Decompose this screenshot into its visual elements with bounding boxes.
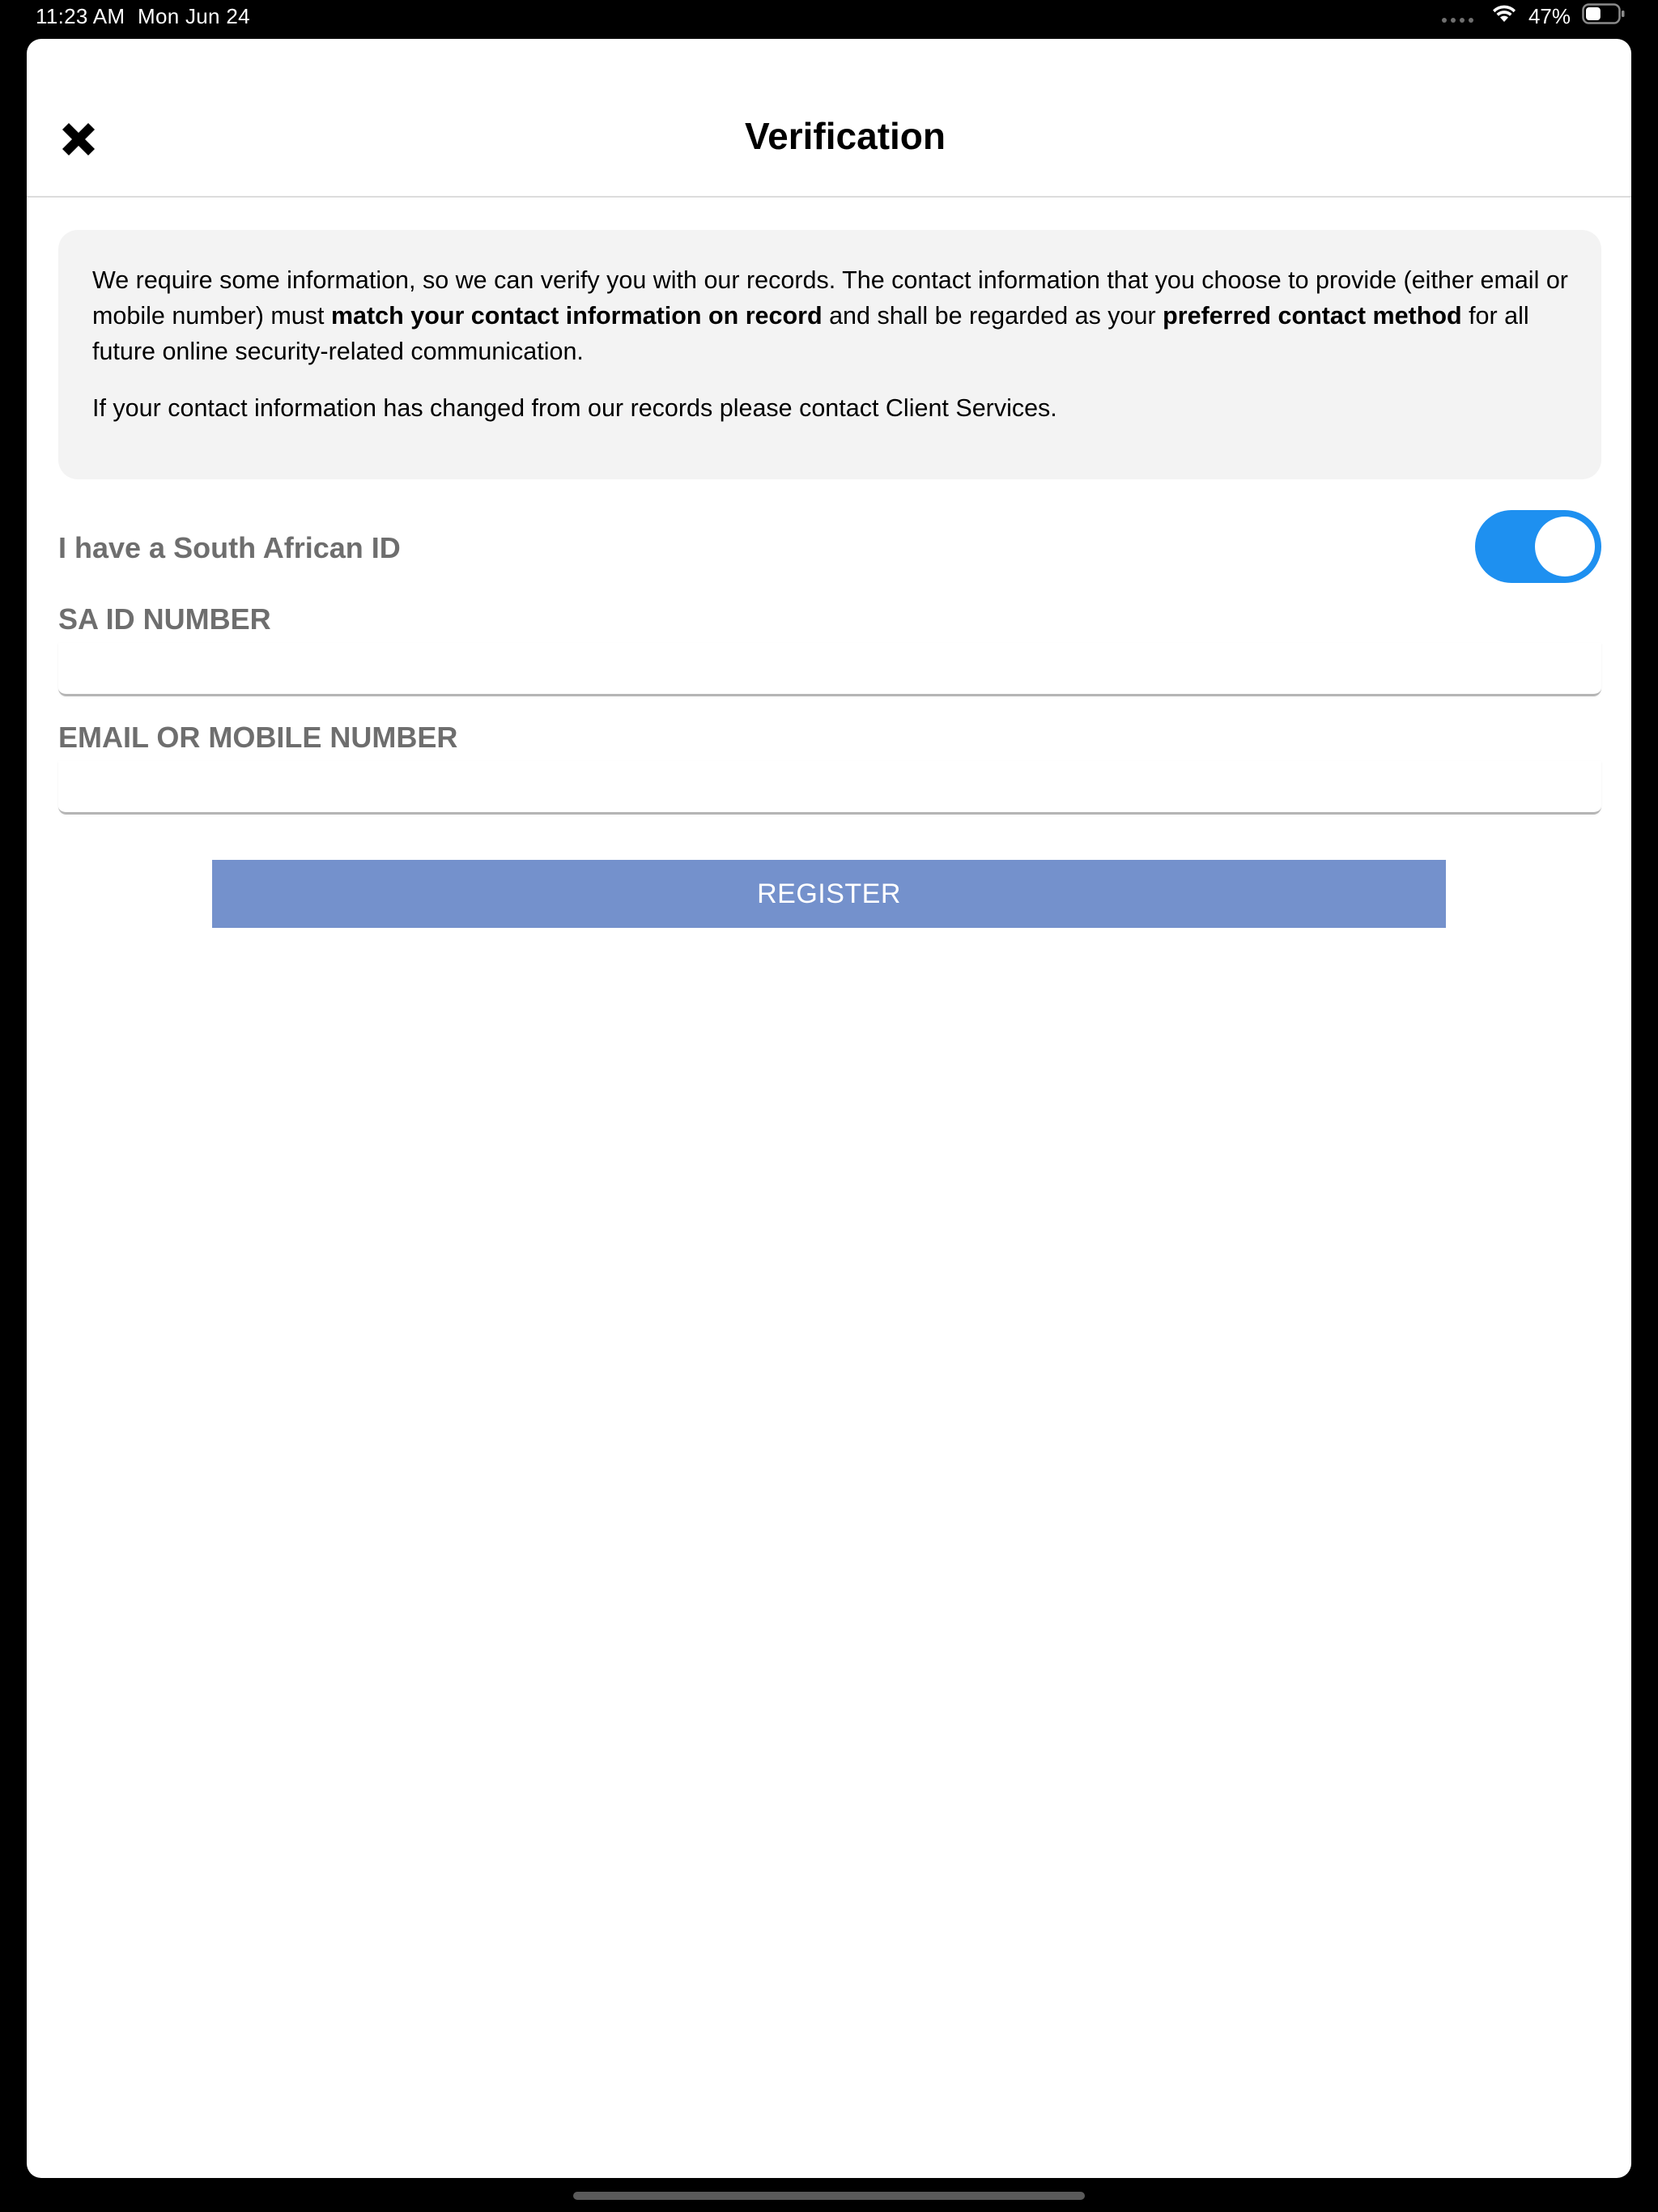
- info-box: We require some information, so we can v…: [58, 230, 1601, 479]
- email-or-mobile-label: EMAIL OR MOBILE NUMBER: [58, 721, 458, 754]
- info-paragraph-2: If your contact information has changed …: [92, 394, 1057, 422]
- battery-percent: 47%: [1528, 3, 1571, 28]
- sa-id-number-input[interactable]: [58, 643, 1601, 696]
- info-paragraph-1: We require some information, so we can v…: [92, 262, 1569, 369]
- sa-id-toggle-row: I have a South African ID: [58, 510, 1601, 585]
- wifi-icon: [1491, 4, 1517, 29]
- sa-id-number-label: SA ID NUMBER: [58, 602, 271, 636]
- status-time: 11:23 AM: [36, 4, 125, 28]
- status-bar: 11:23 AM Mon Jun 24 47%: [0, 0, 1658, 39]
- status-date: Mon Jun 24: [138, 4, 250, 28]
- sa-id-toggle-label: I have a South African ID: [58, 531, 401, 564]
- register-button[interactable]: REGISTER: [212, 860, 1446, 928]
- home-indicator[interactable]: [573, 2192, 1085, 2200]
- sheet-header: Verification: [27, 39, 1631, 198]
- page-title: Verification: [745, 115, 946, 157]
- info-bold-text: match your contact information on record: [330, 302, 823, 330]
- status-indicators: 47%: [1441, 2, 1626, 30]
- dots-icon: [1441, 18, 1473, 23]
- email-or-mobile-input[interactable]: [58, 761, 1601, 815]
- verification-sheet: Verification We require some information…: [27, 39, 1631, 2178]
- sa-id-toggle[interactable]: [1475, 510, 1601, 583]
- toggle-knob: [1535, 517, 1595, 576]
- battery-icon: [1582, 2, 1626, 30]
- info-text: and shall be regarded as your: [822, 302, 1163, 330]
- info-bold-text: preferred contact method: [1163, 302, 1462, 330]
